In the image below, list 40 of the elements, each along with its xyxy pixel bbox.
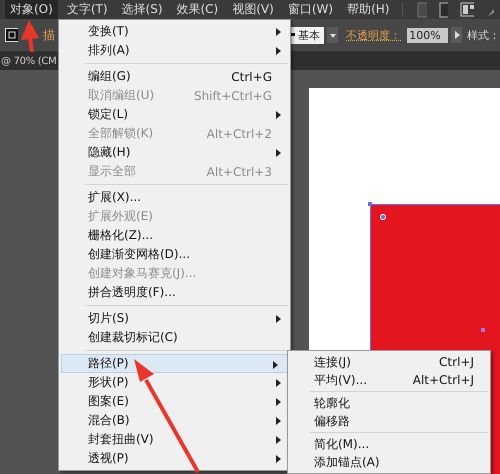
menu-item[interactable]: 平均(V)... Alt+Ctrl+J xyxy=(288,371,490,389)
fill-swatch-icon[interactable] xyxy=(5,28,18,42)
menu-item[interactable]: 添加锚点(A) xyxy=(288,453,490,471)
document-tab[interactable]: @ 70% (CM xyxy=(1,56,56,66)
menu-item[interactable]: 透视(P) xyxy=(59,449,290,468)
menu-item[interactable]: 创建裁切标记(C) xyxy=(59,328,290,347)
center-point-icon xyxy=(380,214,386,220)
dropdown-caret-icon[interactable] xyxy=(327,27,338,43)
menu-bar-item[interactable]: 视图(V) xyxy=(227,0,279,20)
menu-bar-item[interactable]: 文字(T) xyxy=(62,0,113,20)
menu-item[interactable]: 切片(S) xyxy=(59,309,290,328)
menu-item[interactable]: 简化(M)... xyxy=(288,435,490,453)
layout-grid-icon[interactable] xyxy=(460,2,474,18)
menu-item[interactable]: 扩展(X)... xyxy=(59,188,290,207)
menu-item[interactable]: 连接(J) Ctrl+J xyxy=(288,353,490,371)
menu-bar-item[interactable]: 窗口(W) xyxy=(282,0,338,20)
menu-item[interactable]: 混合(B) xyxy=(59,411,290,430)
opacity-field[interactable]: 100% xyxy=(407,28,448,42)
menu-item[interactable]: 锁定(L) xyxy=(59,105,290,124)
menu-bar-item[interactable]: 对象(O) xyxy=(5,0,58,20)
menu-item[interactable]: 创建渐变网格(D)... xyxy=(59,245,290,264)
arrow-right-icon[interactable] xyxy=(450,27,462,43)
menu-item[interactable]: 栅格化(Z)... xyxy=(59,226,290,245)
style-label: 样式： xyxy=(466,28,500,42)
stroke-label: 描 xyxy=(43,26,56,44)
menu-bar-item[interactable]: 选择(S) xyxy=(116,0,168,20)
menu-item[interactable]: 编组(G) Ctrl+G xyxy=(59,67,290,86)
menu-item[interactable]: 图案(E) xyxy=(59,392,290,411)
menu-bar-item[interactable]: 帮助(H) xyxy=(342,0,394,20)
menu-item[interactable]: 排列(A) xyxy=(59,41,290,60)
opacity-label[interactable]: 不透明度： xyxy=(346,28,402,42)
menu-item[interactable]: 形状(P) xyxy=(59,373,290,392)
menu-item[interactable]: 拼合透明度(F)... xyxy=(59,283,290,302)
menu-item[interactable]: 轮廓化 xyxy=(288,394,490,412)
menu-item[interactable]: 偏移路 xyxy=(288,412,490,430)
menu-item[interactable]: 封套扭曲(V) xyxy=(59,430,290,449)
menu-item[interactable]: 路径(P) xyxy=(61,354,288,373)
square-app-icon[interactable] xyxy=(438,2,448,18)
menu-item[interactable]: 隐藏(H) xyxy=(59,143,290,162)
menu-bar-item[interactable]: 效果(C) xyxy=(172,0,224,20)
